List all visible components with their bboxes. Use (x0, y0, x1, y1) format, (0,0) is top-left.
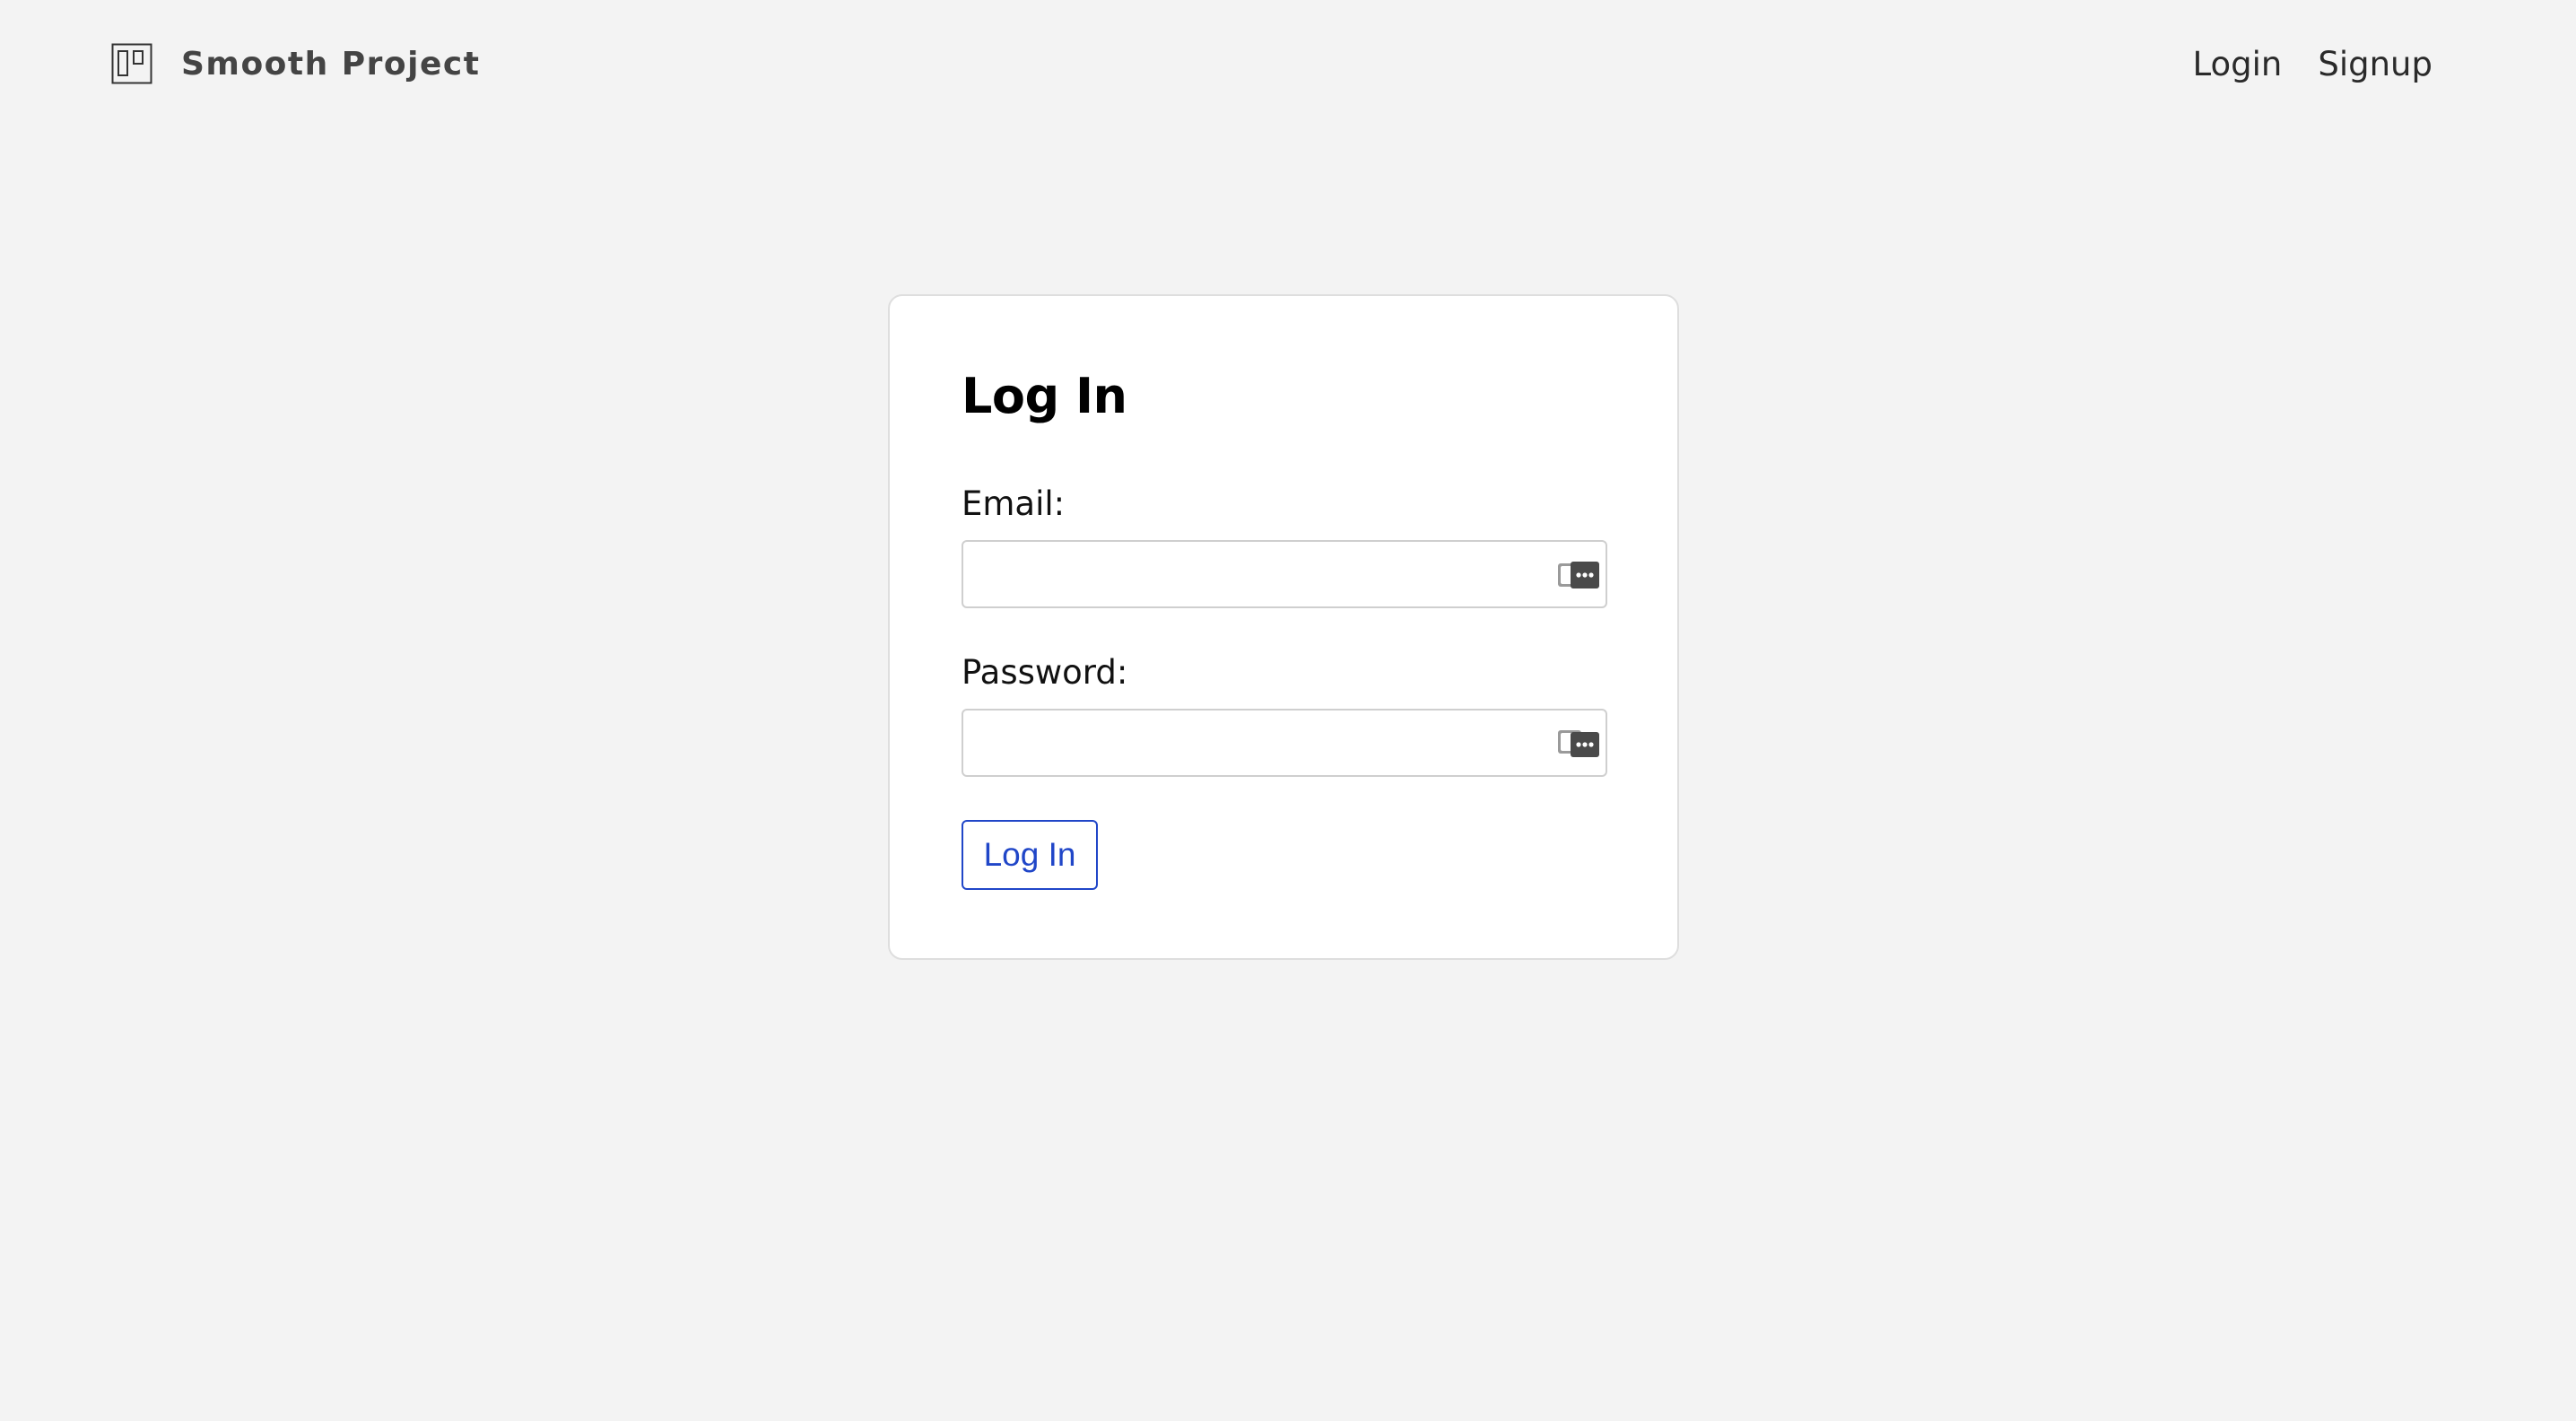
password-input[interactable] (963, 710, 1606, 775)
login-card: Log In Email: Password: Log In (888, 294, 1679, 960)
login-title: Log In (962, 368, 1127, 424)
nav-login-link[interactable]: Login (2193, 45, 2283, 83)
password-label: Password: (962, 653, 1128, 692)
nav-signup-link[interactable]: Signup (2318, 45, 2432, 83)
email-input[interactable] (963, 542, 1606, 606)
email-label: Email: (962, 484, 1066, 523)
brand-link[interactable]: Smooth Project (111, 43, 480, 84)
brand-name: Smooth Project (181, 45, 481, 83)
board-icon (111, 43, 152, 84)
password-manager-autofill-icon[interactable] (1557, 728, 1600, 759)
email-field-wrapper (962, 540, 1607, 608)
password-field-wrapper (962, 709, 1607, 777)
nav-links: Login Signup (2193, 45, 2432, 83)
login-submit-button[interactable]: Log In (962, 820, 1098, 890)
top-navbar: Smooth Project Login Signup (0, 0, 2576, 144)
password-manager-autofill-icon[interactable] (1557, 560, 1600, 590)
